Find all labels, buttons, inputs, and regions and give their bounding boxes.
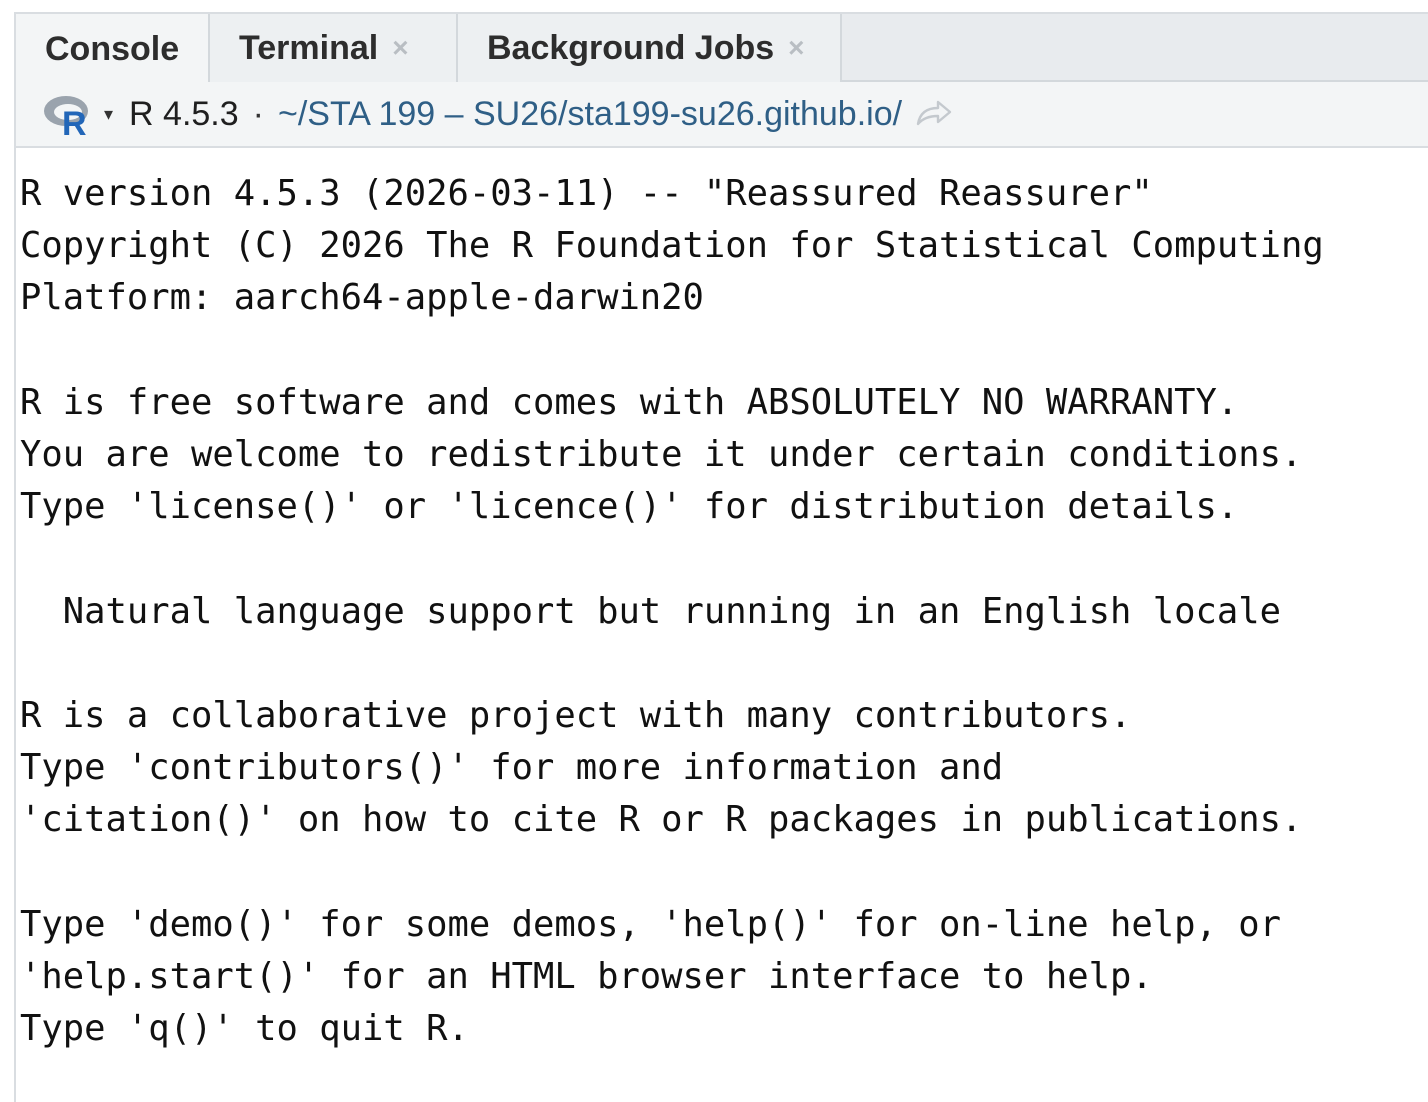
tab-terminal-label: Terminal — [239, 28, 379, 67]
svg-text:R: R — [62, 105, 87, 137]
tab-terminal[interactable]: Terminal × — [210, 14, 458, 82]
close-terminal-tab-icon[interactable]: × — [392, 34, 408, 62]
console-line: R is a collaborative project with many c… — [20, 694, 1132, 736]
console-line: 'citation()' on how to cite R or R packa… — [20, 799, 1303, 841]
console-line: Copyright (C) 2026 The R Foundation for … — [20, 225, 1324, 267]
console-line: R is free software and comes with ABSOLU… — [20, 381, 1239, 423]
close-background-jobs-tab-icon[interactable]: × — [788, 34, 804, 62]
console-path-bar: R ▾ R 4.5.3 · ~/STA 199 – SU26/sta199-su… — [16, 82, 1428, 148]
tab-bar: Console Terminal × Background Jobs × — [16, 14, 1428, 84]
r-logo-icon[interactable]: R — [42, 91, 96, 137]
console-line: You are welcome to redistribute it under… — [20, 433, 1303, 475]
go-to-directory-icon[interactable] — [914, 98, 954, 130]
console-line: Platform: aarch64-apple-darwin20 — [20, 277, 704, 319]
r-version-dropdown-icon[interactable]: ▾ — [104, 104, 113, 125]
working-directory-path: ~/STA 199 – SU26/sta199-su26.github.io/ — [278, 94, 903, 133]
console-line: Natural language support but running in … — [20, 590, 1281, 632]
tab-console[interactable]: Console — [16, 14, 210, 84]
path-separator: · — [252, 94, 264, 133]
tab-background-jobs[interactable]: Background Jobs × — [458, 14, 842, 82]
console-line: Type 'contributors()' for more informati… — [20, 747, 1004, 789]
r-version-label: R 4.5.3 — [129, 94, 239, 133]
console-line: Type 'demo()' for some demos, 'help()' f… — [20, 903, 1281, 945]
console-output[interactable]: R version 4.5.3 (2026-03-11) -- "Reassur… — [20, 168, 1428, 1055]
console-line: R version 4.5.3 (2026-03-11) -- "Reassur… — [20, 173, 1153, 214]
tab-console-label: Console — [45, 29, 180, 68]
console-line: 'help.start()' for an HTML browser inter… — [20, 955, 1153, 997]
console-line: Type 'license()' or 'licence()' for dist… — [20, 486, 1239, 528]
tab-background-jobs-label: Background Jobs — [487, 28, 775, 67]
console-line: Type 'q()' to quit R. — [20, 1008, 469, 1049]
